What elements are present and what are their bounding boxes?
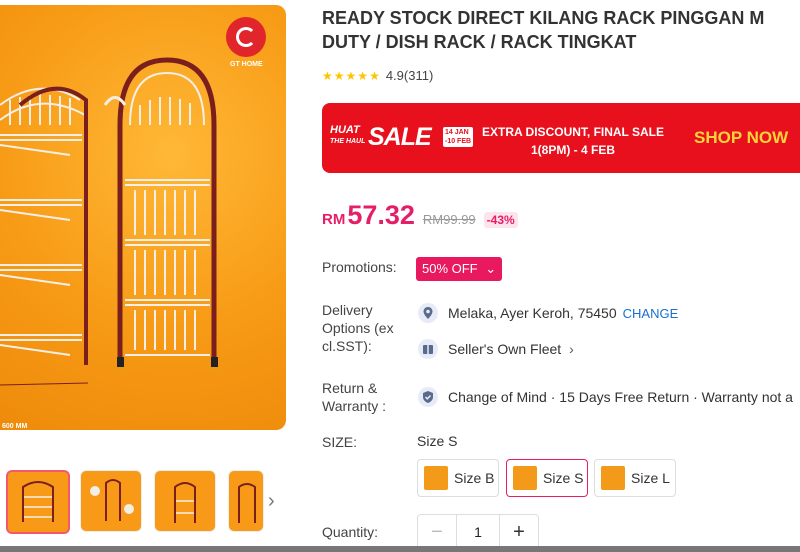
product-gallery: GT HOME 600 MM › — [0, 0, 300, 552]
thumbnail-3[interactable] — [154, 470, 216, 532]
shop-now-button[interactable]: SHOP NOW — [694, 128, 788, 148]
product-details: READY STOCK DIRECT KILANG RACK PINGGAN M… — [322, 0, 800, 552]
promotion-badge[interactable]: 50% OFF ⌄ — [416, 257, 503, 281]
original-price: RM99.99 — [422, 212, 476, 227]
return-policy-text: Change of Mind · 15 Days Free Return · W… — [448, 389, 793, 405]
rating-row[interactable]: ★ ★ ★ ★ ★ 4.9 (311) — [322, 68, 433, 83]
thumbnail-2[interactable] — [80, 470, 142, 532]
quantity-input[interactable]: 1 — [456, 515, 500, 549]
star-icon: ★ — [333, 68, 345, 83]
package-icon — [418, 339, 438, 359]
quantity-stepper: − 1 + — [417, 514, 539, 550]
rack-detail-thumbnail-image — [90, 479, 134, 521]
rating-value: 4.9 — [385, 68, 404, 83]
delivery-label: Delivery Options (ex cl.SST): — [322, 301, 394, 355]
thumbnail-strip — [0, 470, 300, 534]
selected-size: Size S — [417, 433, 458, 449]
banner-message-line2: 1(8PM) - 4 FEB — [531, 143, 616, 157]
increase-quantity-button[interactable]: + — [500, 521, 538, 544]
banner-message: EXTRA DISCOUNT, FINAL SALE 1(8PM) - 4 FE… — [482, 123, 664, 159]
star-icon: ★ — [357, 68, 369, 83]
delivery-label-line1: Delivery — [322, 302, 373, 318]
size-option-label: Size S — [543, 470, 584, 486]
delivery-location: Melaka, Ayer Keroh, 75450 CHANGE — [418, 303, 678, 323]
thumbnail-1[interactable] — [6, 470, 70, 534]
banner-dates: 14 JAN -10 FEB — [443, 127, 474, 147]
promo-banner[interactable]: HUAT THE HAUL SALE 14 JAN -10 FEB EXTRA … — [322, 103, 800, 173]
dish-rack-illustration — [0, 57, 218, 386]
rating-count: (311) — [403, 68, 434, 83]
delivery-fleet-text: Seller's Own Fleet — [448, 341, 562, 357]
chevron-right-icon[interactable]: › — [268, 490, 275, 513]
decrease-quantity-button[interactable]: − — [418, 521, 456, 544]
dimension-label: 600 MM — [2, 423, 28, 430]
promotions-label: Promotions: — [322, 259, 397, 275]
price-row: RM 57.32 RM99.99 -43% — [322, 200, 518, 231]
size-option-image — [424, 466, 448, 490]
rack-thumbnail-image — [22, 481, 54, 522]
banner-huat-logo: HUAT THE HAUL — [330, 125, 365, 147]
price-currency: RM — [322, 211, 346, 228]
size-label: SIZE: — [322, 434, 358, 450]
product-title: READY STOCK DIRECT KILANG RACK PINGGAN M… — [322, 8, 765, 52]
star-icon: ★ — [322, 68, 333, 83]
size-option-image — [601, 466, 625, 490]
brand-logo — [226, 17, 266, 57]
size-option-s[interactable]: Size S — [506, 459, 588, 497]
bottom-scroll-bar[interactable] — [0, 546, 800, 552]
current-price: 57.32 — [347, 200, 415, 230]
brand-name: GT HOME — [230, 61, 263, 68]
banner-message-line1: EXTRA DISCOUNT, FINAL SALE — [482, 125, 665, 139]
return-label-line2: Warranty : — [322, 398, 387, 414]
delivery-fleet[interactable]: Seller's Own Fleet › — [418, 339, 574, 359]
size-option-b[interactable]: Size B — [417, 459, 499, 497]
banner-huat-text: HUAT — [330, 124, 360, 136]
size-option-label: Size B — [454, 470, 495, 486]
promotion-badge-text: 50% OFF — [422, 261, 478, 276]
banner-haul-text: THE HAUL — [330, 138, 366, 145]
location-pin-icon — [418, 303, 438, 323]
change-location-link[interactable]: CHANGE — [623, 306, 679, 321]
banner-sale-text: SALE — [368, 123, 432, 151]
chevron-down-icon: ⌄ — [485, 261, 497, 276]
main-product-image[interactable]: GT HOME 600 MM — [0, 5, 286, 430]
size-option-label: Size L — [631, 470, 670, 486]
delivery-location-text: Melaka, Ayer Keroh, 75450 — [448, 305, 617, 321]
delivery-label-line2: Options (ex — [322, 320, 394, 336]
return-label-line1: Return & — [322, 380, 378, 396]
chevron-right-icon: › — [569, 341, 574, 357]
return-policy: Change of Mind · 15 Days Free Return · W… — [418, 387, 793, 407]
thumbnail-4[interactable] — [228, 470, 264, 532]
return-label: Return & Warranty : — [322, 379, 386, 415]
banner-date-end: -10 FEB — [445, 138, 472, 145]
size-option-image — [513, 466, 537, 490]
size-option-l[interactable]: Size L — [594, 459, 676, 497]
star-icon: ★ — [369, 68, 380, 83]
rack-side-thumbnail-image — [174, 482, 196, 523]
discount-badge: -43% — [483, 212, 518, 228]
banner-date-start: 14 JAN — [445, 129, 469, 136]
shield-check-icon — [418, 387, 438, 407]
star-icon: ★ — [345, 68, 357, 83]
rack-partial-thumbnail-image — [238, 483, 256, 523]
delivery-label-line3: cl.SST): — [322, 338, 372, 354]
quantity-label: Quantity: — [322, 524, 379, 540]
